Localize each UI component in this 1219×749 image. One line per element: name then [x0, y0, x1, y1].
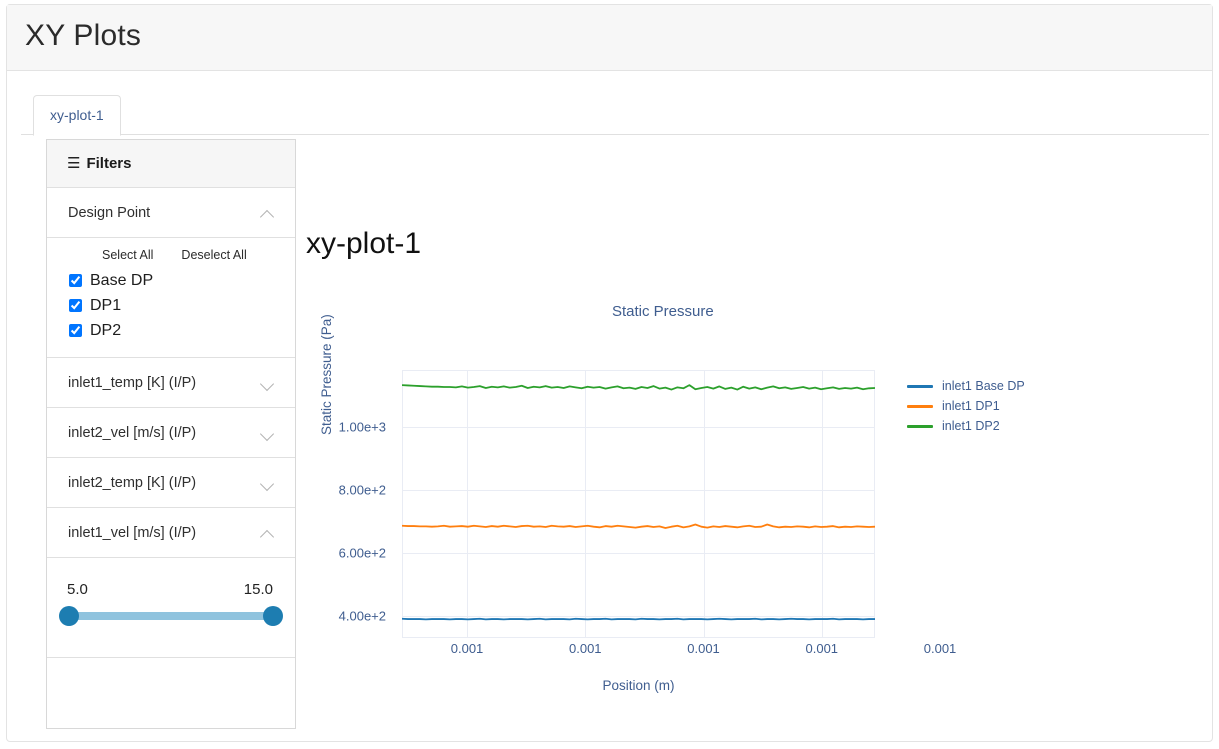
- chevron-up-icon[interactable]: [261, 208, 276, 217]
- checkbox-dp1[interactable]: [69, 299, 82, 312]
- chart-line-series: [402, 384, 875, 391]
- select-all-link[interactable]: Select All: [102, 248, 153, 262]
- accordion-label-inlet2-temp: inlet2_temp [K] (I/P): [68, 474, 197, 491]
- accordion-inlet1-vel: inlet1_vel [m/s] (I/P): [47, 508, 295, 558]
- chart-x-tick-label: 0.001: [569, 641, 602, 656]
- chevron-down-icon[interactable]: [261, 478, 276, 487]
- slider-track[interactable]: [67, 612, 275, 620]
- accordion-label-design-point: Design Point: [68, 204, 151, 221]
- design-point-bulk-actions: Select All Deselect All: [47, 248, 295, 262]
- chevron-down-icon[interactable]: [261, 378, 276, 387]
- legend-item[interactable]: inlet1 DP1: [907, 396, 1025, 416]
- checkbox-row-dp2[interactable]: DP2: [47, 318, 295, 343]
- accordion-label-inlet1-temp: inlet1_temp [K] (I/P): [68, 374, 197, 391]
- checkbox-label-base-dp: Base DP: [90, 271, 154, 289]
- tab-xy-plot-1[interactable]: xy-plot-1: [33, 95, 121, 136]
- chart-title: Static Pressure: [612, 303, 714, 320]
- chart-y-ticks: 1.00e+3 8.00e+2 6.00e+2 4.00e+2: [332, 370, 394, 638]
- chart-y-tick-label: 1.00e+3: [338, 419, 386, 435]
- chart-x-tick-label: 0.001: [805, 641, 839, 656]
- accordion-header-inlet1-vel[interactable]: inlet1_vel [m/s] (I/P): [47, 508, 295, 557]
- legend-color-swatch: [907, 424, 933, 428]
- legend-color-swatch: [907, 384, 933, 388]
- filters-panel: ☰ Filters Design Point Select All Desele…: [46, 139, 296, 729]
- accordion-header-design-point[interactable]: Design Point: [47, 188, 295, 237]
- checkbox-label-dp2: DP2: [90, 321, 122, 339]
- hamburger-icon: ☰: [67, 155, 81, 172]
- plot-heading: xy-plot-1: [306, 227, 422, 260]
- accordion-design-point: Design Point: [47, 188, 295, 238]
- design-point-options: Select All Deselect All Base DP DP1 DP2: [47, 238, 295, 358]
- legend-item-label: inlet1 Base DP: [942, 379, 1025, 393]
- chart-legend: inlet1 Base DP inlet1 DP1 inlet1 DP2: [907, 376, 1025, 436]
- accordion-header-inlet2-temp[interactable]: inlet2_temp [K] (I/P): [47, 458, 295, 507]
- legend-item[interactable]: inlet1 Base DP: [907, 376, 1025, 396]
- legend-item[interactable]: inlet1 DP2: [907, 416, 1025, 436]
- app-header: XY Plots: [7, 5, 1212, 71]
- chevron-up-icon[interactable]: [261, 528, 276, 537]
- slider-min-value: 5.0: [67, 581, 88, 598]
- chart-series-layer: [402, 384, 875, 621]
- chart-y-tick-label: 4.00e+2: [338, 608, 386, 624]
- chart-x-ticks: 0.001 0.001 0.001 0.001 0.001: [402, 641, 957, 663]
- checkbox-dp2[interactable]: [69, 324, 82, 337]
- filters-title: Filters: [86, 155, 132, 172]
- accordion-header-inlet2-vel[interactable]: inlet2_vel [m/s] (I/P): [47, 408, 295, 457]
- checkbox-label-dp1: DP1: [90, 296, 122, 314]
- deselect-all-link[interactable]: Deselect All: [181, 248, 246, 262]
- accordion-inlet2-temp: inlet2_temp [K] (I/P): [47, 458, 295, 508]
- tab-strip: xy-plot-1: [21, 95, 1209, 136]
- page-title: XY Plots: [25, 19, 142, 52]
- chart-x-tick-label: 0.001: [687, 641, 720, 656]
- legend-color-swatch: [907, 404, 933, 408]
- range-slider-inlet1-vel[interactable]: 5.0 15.0: [47, 558, 295, 658]
- chart-x-axis-label: Position (m): [602, 678, 675, 693]
- slider-max-value: 15.0: [243, 581, 273, 598]
- chart-y-tick-label: 8.00e+2: [338, 482, 386, 498]
- accordion-inlet1-temp: inlet1_temp [K] (I/P): [47, 358, 295, 408]
- chevron-down-icon[interactable]: [261, 428, 276, 437]
- accordion-header-inlet1-temp[interactable]: inlet1_temp [K] (I/P): [47, 358, 295, 407]
- chart-x-tick-label: 0.001: [450, 641, 484, 656]
- accordion-label-inlet2-vel: inlet2_vel [m/s] (I/P): [68, 424, 197, 441]
- app-root: XY Plots xy-plot-1 ☰ Filters Design Poin…: [0, 0, 1219, 749]
- chart-line-series: [402, 523, 875, 529]
- slider-handle-min[interactable]: [59, 606, 79, 626]
- legend-item-label: inlet1 DP2: [942, 419, 1000, 433]
- accordion-label-inlet1-vel: inlet1_vel [m/s] (I/P): [68, 524, 197, 541]
- checkbox-base-dp[interactable]: [69, 274, 82, 287]
- accordion-inlet2-vel: inlet2_vel [m/s] (I/P): [47, 408, 295, 458]
- chart-x-tick-label: 0.001: [923, 641, 957, 656]
- chart-line-series: [402, 617, 875, 621]
- chart-y-tick-label: 6.00e+2: [338, 545, 386, 561]
- slider-handle-max[interactable]: [263, 606, 283, 626]
- page-container: XY Plots xy-plot-1 ☰ Filters Design Poin…: [6, 4, 1213, 742]
- filters-empty-area: [47, 658, 295, 726]
- checkbox-row-dp1[interactable]: DP1: [47, 293, 295, 318]
- filters-header: ☰ Filters: [47, 140, 295, 188]
- checkbox-row-base-dp[interactable]: Base DP: [47, 268, 295, 293]
- chart-plot-area[interactable]: [402, 370, 875, 638]
- tab-strip-divider: [21, 134, 1209, 135]
- legend-item-label: inlet1 DP1: [942, 399, 1000, 413]
